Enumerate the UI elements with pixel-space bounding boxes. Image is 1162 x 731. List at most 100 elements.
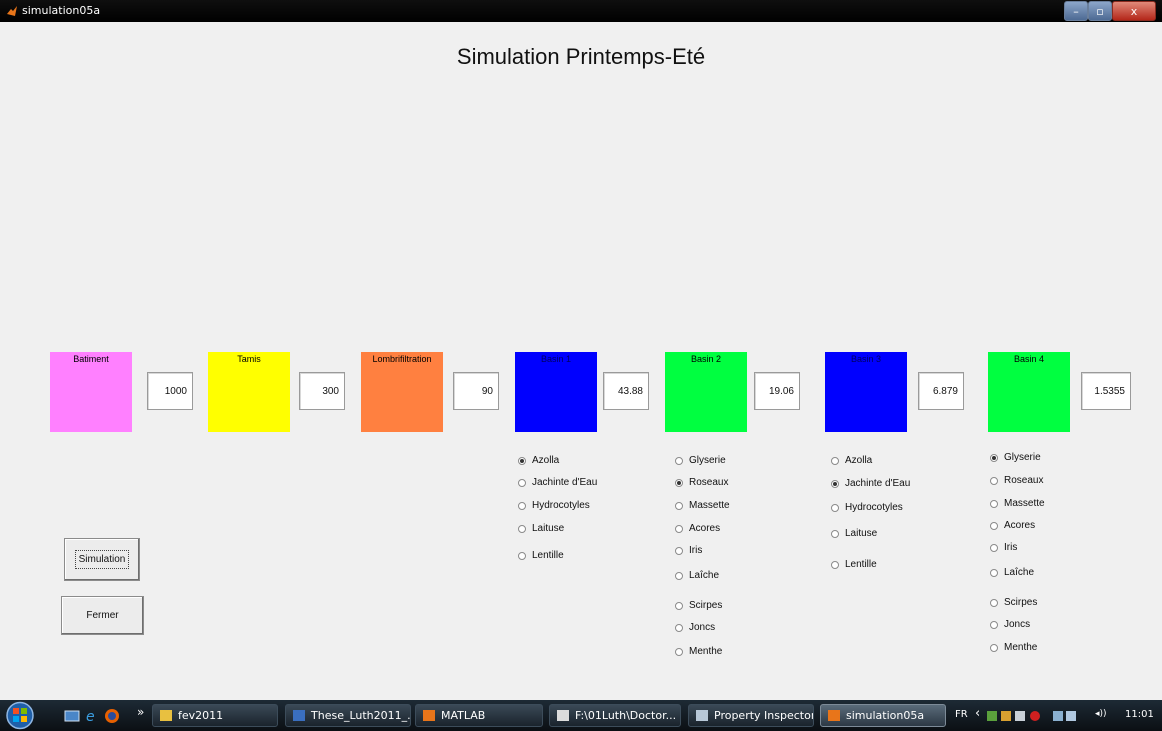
value-field[interactable]: 90 [453, 372, 499, 410]
radio-circle-icon[interactable] [518, 456, 526, 465]
plant-radio-basin3[interactable]: Laituse [831, 528, 877, 539]
plant-radio-basin4[interactable]: Roseaux [990, 475, 1043, 486]
maximize-button[interactable]: ▫ [1088, 1, 1112, 21]
plant-radio-basin2[interactable]: Joncs [675, 622, 715, 633]
radio-circle-icon[interactable] [675, 478, 683, 487]
radio-circle-icon[interactable] [831, 529, 839, 538]
volume-icon[interactable]: ◂)) [1095, 709, 1107, 719]
plant-radio-basin2[interactable]: Glyserie [675, 455, 726, 466]
taskbar-button[interactable]: simulation05a [820, 704, 946, 727]
firefox-icon[interactable] [104, 708, 120, 724]
radio-circle-icon[interactable] [990, 453, 998, 462]
radio-label: Acores [689, 523, 721, 534]
taskbar-button[interactable]: fev2011 [152, 704, 278, 727]
radio-circle-icon[interactable] [990, 476, 998, 485]
radio-circle-icon[interactable] [990, 598, 998, 607]
plant-radio-basin2[interactable]: Scirpes [675, 600, 722, 611]
clock[interactable]: 11:01 [1125, 709, 1154, 720]
value-field[interactable]: 1000 [147, 372, 193, 410]
plant-radio-basin3[interactable]: Jachinte d'Eau [831, 478, 910, 489]
plant-radio-basin1[interactable]: Lentille [518, 550, 564, 561]
plant-radio-basin1[interactable]: Azolla [518, 455, 559, 466]
matlab-icon [423, 710, 435, 721]
taskbar-chevron[interactable]: » [137, 705, 144, 719]
radio-circle-icon[interactable] [675, 546, 683, 555]
simulation-button[interactable]: Simulation [64, 538, 140, 581]
radio-circle-icon[interactable] [990, 499, 998, 508]
value-field[interactable]: 300 [299, 372, 345, 410]
internet-explorer-icon[interactable]: e [84, 708, 100, 724]
plant-radio-basin3[interactable]: Azolla [831, 455, 872, 466]
radio-circle-icon[interactable] [675, 501, 683, 510]
plant-radio-basin2[interactable]: Massette [675, 500, 730, 511]
plant-radio-basin1[interactable]: Laituse [518, 523, 564, 534]
radio-label: Roseaux [689, 477, 729, 488]
plant-radio-basin1[interactable]: Hydrocotyles [518, 500, 590, 511]
radio-circle-icon[interactable] [831, 503, 839, 512]
radio-circle-icon[interactable] [675, 456, 683, 465]
process-block-label: Basin 2 [690, 354, 722, 364]
plant-radio-basin4[interactable]: Laîche [990, 567, 1034, 578]
plant-radio-basin4[interactable]: Acores [990, 520, 1035, 531]
radio-circle-icon[interactable] [518, 501, 526, 510]
window-title: simulation05a [22, 4, 101, 17]
radio-circle-icon[interactable] [675, 571, 683, 580]
plant-radio-basin2[interactable]: Roseaux [675, 477, 728, 488]
taskbar-button[interactable]: These_Luth2011_... [285, 704, 411, 727]
radio-circle-icon[interactable] [675, 524, 683, 533]
radio-circle-icon[interactable] [990, 620, 998, 629]
plant-radio-basin2[interactable]: Menthe [675, 646, 722, 657]
radio-circle-icon[interactable] [990, 643, 998, 652]
radio-circle-icon[interactable] [831, 456, 839, 465]
matlab-icon [828, 710, 840, 721]
show-desktop-icon[interactable] [64, 708, 80, 724]
radio-label: Joncs [1004, 619, 1031, 630]
plant-radio-basin3[interactable]: Lentille [831, 559, 877, 570]
plant-radio-basin1[interactable]: Jachinte d'Eau [518, 477, 597, 488]
matlab-icon [7, 6, 17, 16]
radio-circle-icon[interactable] [831, 560, 839, 569]
taskbar-button[interactable]: F:\01Luth\Doctor... [549, 704, 681, 727]
plant-radio-basin2[interactable]: Iris [675, 545, 702, 556]
radio-circle-icon[interactable] [831, 479, 839, 488]
radio-label: Scirpes [1004, 597, 1038, 608]
window-titlebar[interactable]: simulation05a – ▫ x [0, 0, 1162, 22]
radio-circle-icon[interactable] [675, 647, 683, 656]
plant-radio-basin3[interactable]: Hydrocotyles [831, 502, 903, 513]
plant-radio-basin4[interactable]: Menthe [990, 642, 1037, 653]
plant-radio-basin4[interactable]: Massette [990, 498, 1045, 509]
plant-radio-basin4[interactable]: Iris [990, 542, 1017, 553]
radio-circle-icon[interactable] [675, 601, 683, 610]
plant-radio-basin2[interactable]: Acores [675, 523, 720, 534]
tray-arrow[interactable]: ‹ [975, 706, 980, 721]
radio-label: Massette [689, 500, 730, 511]
value-field[interactable]: 19.06 [754, 372, 800, 410]
radio-circle-icon[interactable] [518, 551, 526, 560]
value-field[interactable]: 43.88 [603, 372, 649, 410]
radio-circle-icon[interactable] [990, 543, 998, 552]
radio-circle-icon[interactable] [990, 521, 998, 530]
figure-title: Simulation Printemps-Eté [456, 44, 706, 69]
value-field[interactable]: 6.879 [918, 372, 964, 410]
radio-label: Glyserie [689, 455, 726, 466]
radio-circle-icon[interactable] [518, 478, 526, 487]
plant-radio-basin4[interactable]: Glyserie [990, 452, 1041, 463]
radio-circle-icon[interactable] [675, 623, 683, 632]
radio-circle-icon[interactable] [518, 524, 526, 533]
start-button[interactable] [4, 700, 36, 731]
plant-radio-basin4[interactable]: Scirpes [990, 597, 1037, 608]
plant-radio-basin2[interactable]: Laîche [675, 570, 719, 581]
taskbar-button[interactable]: MATLAB [415, 704, 543, 727]
language-indicator[interactable]: FR [955, 709, 968, 720]
taskbar-button-label: MATLAB [441, 709, 486, 722]
radio-label: Glyserie [1004, 452, 1041, 463]
plant-radio-basin4[interactable]: Joncs [990, 619, 1030, 630]
value-field[interactable]: 1.5355 [1081, 372, 1131, 410]
minimize-button[interactable]: – [1064, 1, 1088, 21]
taskbar-button[interactable]: Property Inspector [688, 704, 814, 727]
radio-circle-icon[interactable] [990, 568, 998, 577]
fermer-button[interactable]: Fermer [61, 596, 144, 635]
radio-label: Roseaux [1004, 475, 1044, 486]
close-button[interactable]: x [1112, 1, 1156, 21]
radio-label: Iris [1004, 542, 1018, 553]
